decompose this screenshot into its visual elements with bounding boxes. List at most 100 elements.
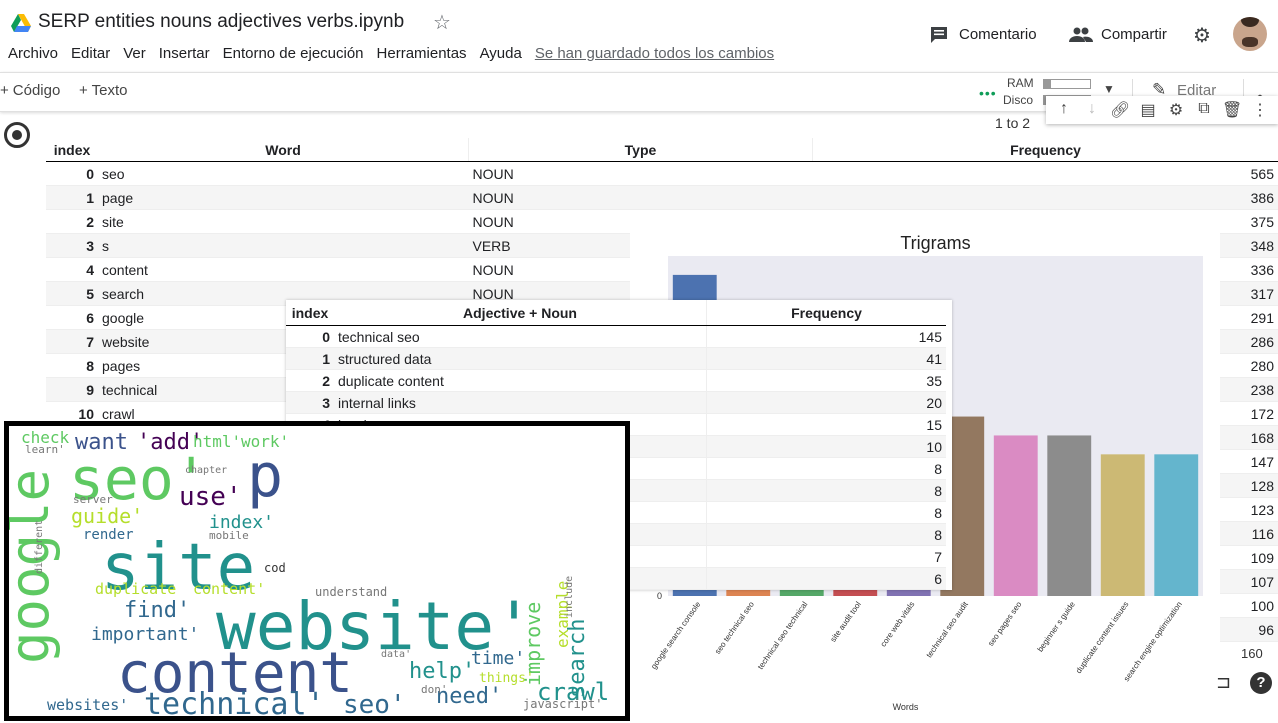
row-frequency: 6	[707, 568, 947, 590]
row-index: 3	[286, 392, 334, 414]
row-index: 3	[46, 234, 98, 258]
word-cloud-word: seo'	[343, 692, 406, 718]
row-frequency: 145	[707, 326, 947, 348]
table-row: 1structured data41	[286, 348, 946, 370]
settings-gear-icon[interactable]: ⚙	[1193, 23, 1211, 48]
row-word: content	[98, 258, 469, 282]
add-code-button[interactable]: +Código	[0, 82, 60, 99]
run-cell-icon[interactable]	[4, 122, 30, 148]
table-row: 3internal links20	[286, 392, 946, 414]
ram-bar	[1043, 79, 1091, 89]
word-cloud-word: chapter	[185, 466, 227, 476]
row-frequency: 8	[707, 502, 947, 524]
col-index[interactable]: index	[286, 300, 334, 326]
row-frequency: 565	[813, 162, 1278, 186]
comment-cell-icon[interactable]: ▤	[1138, 100, 1158, 120]
word-cloud-word: use'	[179, 484, 242, 510]
mirror-cell-icon[interactable]: ⧉	[1194, 100, 1214, 120]
link-icon[interactable]: 🔗︎	[1110, 100, 1130, 120]
cell-settings-icon[interactable]: ⚙	[1166, 100, 1186, 120]
add-text-button[interactable]: + Texto	[79, 82, 128, 99]
word-cloud-word: duplicate	[95, 582, 176, 597]
word-cloud-word: mobile	[209, 530, 249, 541]
cell-toolbar: ↑ ↓ 🔗︎ ▤ ⚙ ⧉ 🗑︎ ⋮	[1046, 96, 1278, 124]
col-index[interactable]: index	[46, 138, 98, 162]
drive-icon	[11, 14, 31, 32]
col-frequency[interactable]: Frequency	[707, 300, 947, 326]
word-cloud-word: html'	[193, 434, 241, 450]
x-tick-label: search engine optimization	[1122, 600, 1184, 683]
row-adjective-noun: structured data	[334, 348, 707, 370]
row-type: NOUN	[469, 186, 813, 210]
word-cloud-word: important'	[91, 626, 199, 644]
comment-icon[interactable]	[929, 26, 949, 44]
row-index: 1	[46, 186, 98, 210]
more-vert-icon[interactable]: ⋮	[1250, 100, 1270, 120]
row-frequency: 15	[707, 414, 947, 436]
row-index: 7	[46, 330, 98, 354]
connected-dots-icon: •••	[979, 85, 997, 101]
bar	[994, 435, 1038, 596]
word-cloud-word: guide'	[71, 506, 143, 526]
menu-archivo[interactable]: Archivo	[8, 45, 58, 62]
row-index: 4	[46, 258, 98, 282]
word-cloud-word: things'	[479, 672, 534, 685]
star-icon[interactable]: ☆	[433, 10, 451, 35]
menu-insertar[interactable]: Insertar	[159, 45, 210, 62]
x-tick-label: seo pages seo	[986, 600, 1024, 648]
table-pagination: 1 to 2	[995, 115, 1030, 131]
people-icon	[1069, 27, 1093, 43]
row-word: s	[98, 234, 469, 258]
delete-icon[interactable]: 🗑︎	[1222, 100, 1242, 120]
notebook-title[interactable]: SERP entities nouns adjectives verbs.ipy…	[38, 11, 404, 33]
row-index: 2	[286, 370, 334, 392]
comment-button[interactable]: Comentario	[959, 26, 1037, 43]
col-type[interactable]: Type	[469, 138, 813, 162]
resources-dropdown-icon[interactable]: ▼	[1103, 82, 1115, 96]
row-frequency: 35	[707, 370, 947, 392]
menu-herramientas[interactable]: Herramientas	[377, 45, 467, 62]
bar	[1154, 454, 1198, 596]
word-cloud-word: work'	[241, 434, 289, 450]
row-adjective-noun: technical seo	[334, 326, 707, 348]
word-cloud-word: time'	[471, 650, 525, 668]
row-frequency: 10	[707, 436, 947, 458]
menu-editar[interactable]: Editar	[71, 45, 110, 62]
word-cloud-image: seo'pgooglesitewebsite'contenttechnical'…	[4, 421, 630, 721]
word-cloud-word: cod	[264, 562, 286, 574]
page-number: 160	[1241, 646, 1263, 661]
word-cloud-word: understand	[315, 586, 387, 598]
x-tick-label: google search console	[649, 600, 703, 671]
col-frequency[interactable]: Frequency	[813, 138, 1278, 162]
menu-ayuda[interactable]: Ayuda	[480, 45, 522, 62]
word-cloud-word: server	[73, 494, 113, 505]
table-row: 1pageNOUN386	[46, 186, 1278, 210]
x-tick-label: seo technical seo	[713, 600, 756, 656]
menu-entorno[interactable]: Entorno de ejecución	[223, 45, 364, 62]
row-word: page	[98, 186, 469, 210]
word-cloud-word: help'	[409, 661, 475, 683]
row-frequency: 8	[707, 524, 947, 546]
disk-label: Disco	[1003, 93, 1033, 107]
chart-title: Trigrams	[900, 233, 970, 253]
ram-label: RAM	[1007, 76, 1034, 90]
avatar[interactable]	[1233, 17, 1267, 51]
col-adjective-noun[interactable]: Adjective + Noun	[334, 300, 707, 326]
x-tick-label: technical seo technical	[756, 600, 810, 671]
move-down-icon[interactable]: ↓	[1082, 100, 1102, 120]
share-button[interactable]: Compartir	[1101, 26, 1167, 43]
row-frequency: 8	[707, 458, 947, 480]
help-icon[interactable]: ?	[1250, 672, 1272, 694]
menu-ver[interactable]: Ver	[123, 45, 146, 62]
row-index: 6	[46, 306, 98, 330]
saved-status[interactable]: Se han guardado todos los cambios	[535, 45, 774, 62]
word-cloud-word: learn'	[25, 444, 65, 455]
row-index: 2	[46, 210, 98, 234]
row-type: NOUN	[469, 162, 813, 186]
fullscreen-icon[interactable]: ⊐	[1216, 672, 1231, 693]
row-index: 9	[46, 378, 98, 402]
app-header: SERP entities nouns adjectives verbs.ipy…	[0, 0, 1278, 72]
col-word[interactable]: Word	[98, 138, 469, 162]
word-cloud-word: don'	[421, 684, 448, 695]
move-up-icon[interactable]: ↑	[1054, 100, 1074, 120]
